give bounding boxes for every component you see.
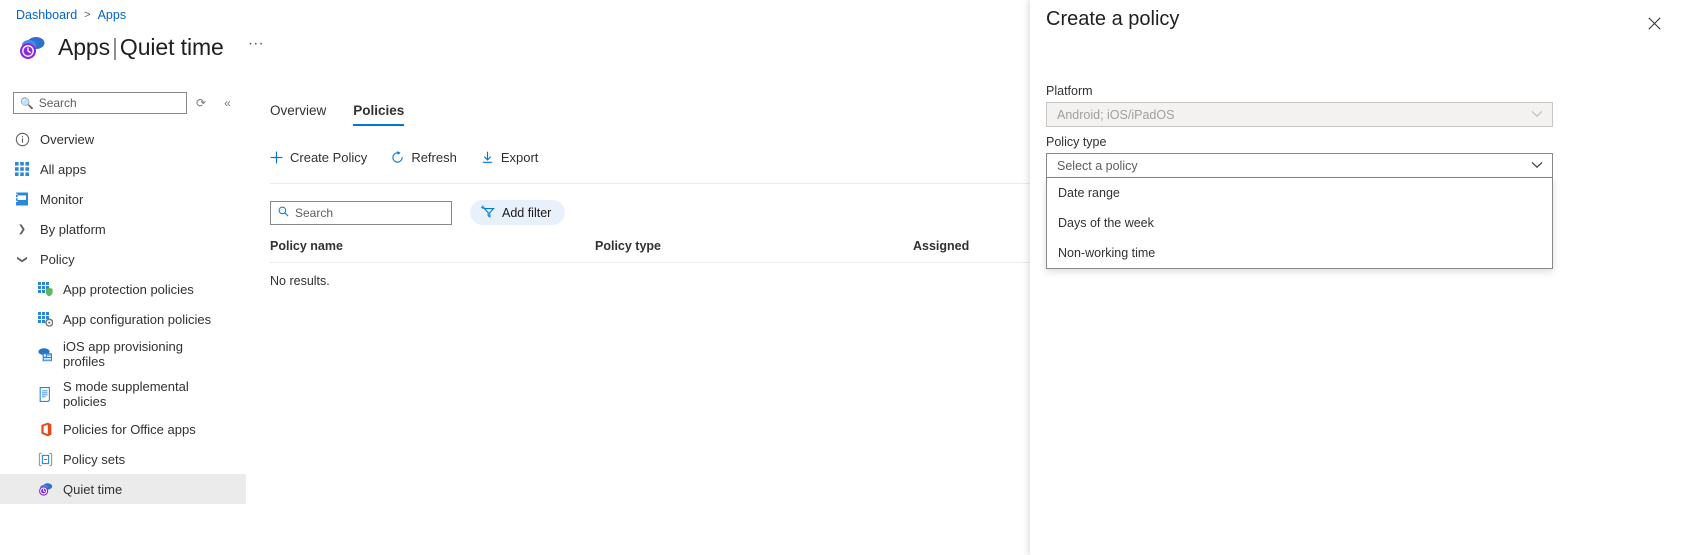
export-button[interactable]: Export (481, 150, 539, 165)
breadcrumb-item-apps[interactable]: Apps (98, 8, 127, 22)
dropdown-option-days-of-the-week[interactable]: Days of the week (1047, 208, 1552, 238)
platform-select: Android; iOS/iPadOS (1046, 102, 1553, 127)
sidebar-item-label: Monitor (40, 192, 83, 207)
command-bar-divider (270, 183, 1030, 184)
s-mode-icon (37, 386, 53, 402)
column-header-assigned[interactable]: Assigned (913, 239, 1030, 253)
create-policy-button[interactable]: Create Policy (270, 150, 367, 165)
table-search-placeholder: Search (295, 206, 333, 220)
sidebar-item-label: S mode supplemental policies (63, 379, 223, 409)
page-title: Apps|Quiet time (58, 34, 224, 61)
sidebar-item-label: App protection policies (63, 282, 194, 297)
policies-grid: Policy name Policy type Assigned No resu… (270, 239, 1030, 288)
download-icon (481, 151, 494, 164)
refresh-icon[interactable]: ⟳ (187, 96, 215, 110)
platform-field-label: Platform (1046, 84, 1093, 98)
breadcrumb-separator: > (84, 9, 90, 21)
monitor-icon (14, 191, 30, 207)
grid-empty-message: No results. (270, 263, 1030, 288)
refresh-icon (391, 151, 404, 164)
sidebar-item-label: Overview (40, 132, 94, 147)
sidebar-item-label: App configuration policies (63, 312, 211, 327)
sidebar-item-label: Policy (40, 252, 75, 267)
sidebar-item-label: By platform (40, 222, 106, 237)
table-search-input[interactable]: Search (270, 201, 452, 225)
sidebar-item-label: Quiet time (63, 482, 122, 497)
sidebar-item-label: Policies for Office apps (63, 422, 196, 437)
page-title-separator: | (110, 34, 120, 60)
sidebar-item-label: All apps (40, 162, 86, 177)
sidebar-search-placeholder: Search (39, 96, 77, 110)
dropdown-option-date-range[interactable]: Date range (1047, 178, 1552, 208)
refresh-button[interactable]: Refresh (391, 150, 457, 165)
app-configuration-icon (37, 311, 53, 327)
sidebar-item-policy-sets[interactable]: Policy sets (0, 444, 246, 474)
grid-icon (14, 161, 30, 177)
info-icon (14, 131, 30, 147)
page-title-row: Apps|Quiet time ··· (14, 30, 264, 64)
sidebar-item-app-protection-policies[interactable]: App protection policies (0, 274, 246, 304)
command-label: Create Policy (290, 150, 367, 165)
chevron-down-icon: ❯ (17, 251, 28, 267)
dropdown-option-non-working-time[interactable]: Non-working time (1047, 238, 1552, 268)
more-options-button[interactable]: ··· (248, 39, 264, 56)
sidebar-item-app-configuration-policies[interactable]: App configuration policies (0, 304, 246, 334)
chevron-down-icon (1531, 109, 1543, 121)
policy-type-dropdown: Date range Days of the week Non-working … (1046, 178, 1553, 269)
sidebar-group-policy[interactable]: ❯ Policy (0, 244, 246, 274)
sidebar-group-by-platform[interactable]: ❯ By platform (0, 214, 246, 244)
collapse-icon[interactable]: « (215, 96, 240, 110)
office-icon (37, 421, 53, 437)
sidebar-item-policies-for-office-apps[interactable]: Policies for Office apps (0, 414, 246, 444)
platform-value: Android; iOS/iPadOS (1057, 108, 1174, 122)
chevron-down-icon (1531, 160, 1543, 172)
app-protection-icon (37, 281, 53, 297)
policy-sets-icon (37, 451, 53, 467)
column-header-policy-type[interactable]: Policy type (595, 239, 913, 253)
add-filter-button[interactable]: Add filter (470, 200, 565, 225)
sidebar-item-label: iOS app provisioning profiles (63, 339, 223, 369)
sidebar-item-s-mode-supplemental-policies[interactable]: S mode supplemental policies (0, 374, 246, 414)
panel-title: Create a policy (1046, 8, 1179, 31)
sidebar-item-monitor[interactable]: Monitor (0, 184, 246, 214)
breadcrumb: Dashboard > Apps (16, 8, 126, 22)
policy-type-select[interactable]: Select a policy (1046, 153, 1553, 178)
page-title-sub: Quiet time (120, 34, 224, 60)
search-icon: 🔍 (20, 97, 34, 110)
add-filter-label: Add filter (502, 206, 551, 220)
tab-overview[interactable]: Overview (270, 103, 326, 126)
sidebar-item-quiet-time[interactable]: Quiet time (0, 474, 246, 504)
create-policy-panel: Create a policy Platform Android; iOS/iP… (1030, 0, 1689, 555)
sidebar-search-row: 🔍 Search ⟳ « (0, 86, 246, 124)
search-icon (278, 206, 289, 220)
quiet-time-icon (37, 481, 53, 497)
breadcrumb-item-dashboard[interactable]: Dashboard (16, 8, 77, 22)
sidebar-item-all-apps[interactable]: All apps (0, 154, 246, 184)
policy-type-value: Select a policy (1057, 159, 1138, 173)
sidebar-item-overview[interactable]: Overview (0, 124, 246, 154)
grid-header-row: Policy name Policy type Assigned (270, 239, 1030, 263)
tab-policies[interactable]: Policies (353, 103, 404, 126)
policy-type-field-label: Policy type (1046, 135, 1106, 149)
quiet-time-icon (14, 30, 48, 64)
sidebar: 🔍 Search ⟳ « Overview All apps (0, 86, 246, 555)
sidebar-item-label: Policy sets (63, 452, 125, 467)
filter-add-icon (481, 205, 496, 221)
close-icon[interactable] (1643, 12, 1665, 34)
sidebar-item-ios-app-provisioning-profiles[interactable]: iOS app provisioning profiles (0, 334, 246, 374)
column-header-policy-name[interactable]: Policy name (270, 239, 595, 253)
chevron-right-icon: ❯ (14, 224, 30, 235)
plus-icon (270, 151, 283, 164)
page-title-main: Apps (58, 34, 110, 60)
ios-provisioning-icon (37, 346, 53, 362)
command-label: Export (501, 150, 539, 165)
sidebar-search-input[interactable]: 🔍 Search (13, 92, 187, 114)
command-label: Refresh (411, 150, 457, 165)
